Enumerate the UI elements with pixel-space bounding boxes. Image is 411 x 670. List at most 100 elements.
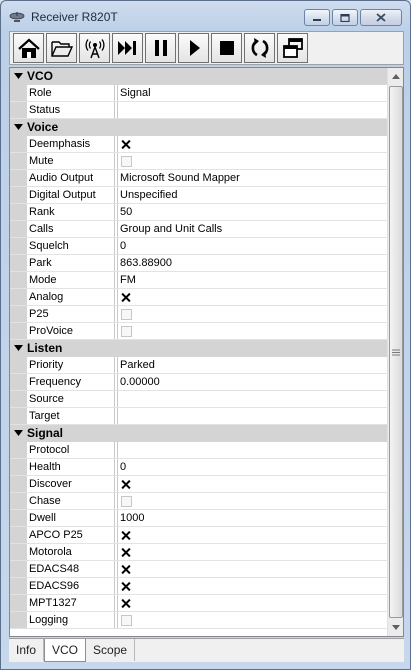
property-row-logging[interactable]: Logging: [10, 612, 388, 629]
property-value-cell[interactable]: Unspecified: [118, 187, 388, 203]
skip-next-button[interactable]: [112, 33, 143, 63]
property-row-priority[interactable]: Priority Parked: [10, 357, 388, 374]
collapse-arrow-icon[interactable]: [10, 124, 27, 130]
property-row-park[interactable]: Park 863.88900: [10, 255, 388, 272]
unchecked-checkbox[interactable]: [121, 496, 132, 507]
property-value-cell[interactable]: [118, 289, 388, 305]
vertical-scrollbar[interactable]: [387, 68, 403, 636]
property-row-dwell[interactable]: Dwell 1000: [10, 510, 388, 527]
property-value-cell[interactable]: 0: [118, 238, 388, 254]
property-value-cell[interactable]: [118, 493, 388, 509]
property-value-cell[interactable]: Parked: [118, 357, 388, 373]
property-value-cell[interactable]: 0.00000: [118, 374, 388, 390]
checked-checkbox[interactable]: [121, 530, 132, 541]
property-row-frequency[interactable]: Frequency 0.00000: [10, 374, 388, 391]
property-row-provoice[interactable]: ProVoice: [10, 323, 388, 340]
property-row-edacs48[interactable]: EDACS48: [10, 561, 388, 578]
tab-scope[interactable]: Scope: [86, 639, 136, 661]
category-listen[interactable]: Listen: [10, 340, 388, 357]
property-row-squelch[interactable]: Squelch 0: [10, 238, 388, 255]
minimize-button[interactable]: [304, 9, 330, 26]
category-signal[interactable]: Signal: [10, 425, 388, 442]
checked-checkbox[interactable]: [121, 598, 132, 609]
play-button[interactable]: [178, 33, 209, 63]
property-value-cell[interactable]: [118, 442, 388, 458]
property-value[interactable]: Parked: [120, 359, 155, 371]
property-value-cell[interactable]: Group and Unit Calls: [118, 221, 388, 237]
property-value-cell[interactable]: [118, 561, 388, 577]
property-row-chase[interactable]: Chase: [10, 493, 388, 510]
scroll-down-button[interactable]: [388, 619, 403, 636]
refresh-button[interactable]: [244, 33, 275, 63]
property-value[interactable]: Microsoft Sound Mapper: [120, 172, 240, 184]
property-value-cell[interactable]: FM: [118, 272, 388, 288]
property-value-cell[interactable]: [118, 153, 388, 169]
close-button[interactable]: [360, 9, 402, 26]
property-row-protocol[interactable]: Protocol: [10, 442, 388, 459]
property-row-audio-output[interactable]: Audio Output Microsoft Sound Mapper: [10, 170, 388, 187]
property-value-cell[interactable]: [118, 544, 388, 560]
property-value[interactable]: 0.00000: [120, 376, 160, 388]
property-row-analog[interactable]: Analog: [10, 289, 388, 306]
property-value-cell[interactable]: [118, 102, 388, 118]
property-value-cell[interactable]: [118, 476, 388, 492]
home-button[interactable]: [13, 33, 44, 63]
tab-vco[interactable]: VCO: [44, 639, 87, 662]
checked-checkbox[interactable]: [121, 479, 132, 490]
unchecked-checkbox[interactable]: [121, 156, 132, 167]
property-row-calls[interactable]: Calls Group and Unit Calls: [10, 221, 388, 238]
property-row-health[interactable]: Health 0: [10, 459, 388, 476]
property-value-cell[interactable]: [118, 612, 388, 628]
property-row-discover[interactable]: Discover: [10, 476, 388, 493]
property-value-cell[interactable]: [118, 391, 388, 407]
property-value-cell[interactable]: [118, 306, 388, 322]
property-row-mode[interactable]: Mode FM: [10, 272, 388, 289]
property-value-cell[interactable]: [118, 595, 388, 611]
property-row-p25[interactable]: P25: [10, 306, 388, 323]
unchecked-checkbox[interactable]: [121, 326, 132, 337]
pause-button[interactable]: [145, 33, 176, 63]
property-value[interactable]: FM: [120, 274, 136, 286]
property-value[interactable]: 1000: [120, 512, 144, 524]
property-value[interactable]: 0: [120, 240, 126, 252]
property-value-cell[interactable]: [118, 527, 388, 543]
property-value-cell[interactable]: 863.88900: [118, 255, 388, 271]
property-value-cell[interactable]: [118, 323, 388, 339]
checked-checkbox[interactable]: [121, 139, 132, 150]
property-value-cell[interactable]: [118, 578, 388, 594]
property-row-edacs96[interactable]: EDACS96: [10, 578, 388, 595]
collapse-arrow-icon[interactable]: [10, 430, 27, 436]
checked-checkbox[interactable]: [121, 547, 132, 558]
property-value-cell[interactable]: [118, 408, 388, 424]
category-voice[interactable]: Voice: [10, 119, 388, 136]
windows-button[interactable]: [277, 33, 308, 63]
property-row-deemphasis[interactable]: Deemphasis: [10, 136, 388, 153]
collapse-arrow-icon[interactable]: [10, 345, 27, 351]
property-value[interactable]: Signal: [120, 87, 151, 99]
property-value[interactable]: Unspecified: [120, 189, 177, 201]
property-value[interactable]: Group and Unit Calls: [120, 223, 222, 235]
property-row-source[interactable]: Source: [10, 391, 388, 408]
property-row-rank[interactable]: Rank 50: [10, 204, 388, 221]
title-bar[interactable]: Receiver R820T: [1, 1, 410, 31]
maximize-button[interactable]: [332, 9, 358, 26]
property-row-target[interactable]: Target: [10, 408, 388, 425]
collapse-arrow-icon[interactable]: [10, 73, 27, 79]
property-value-cell[interactable]: Signal: [118, 85, 388, 101]
property-row-digital-output[interactable]: Digital Output Unspecified: [10, 187, 388, 204]
unchecked-checkbox[interactable]: [121, 309, 132, 320]
property-value[interactable]: 50: [120, 206, 132, 218]
checked-checkbox[interactable]: [121, 292, 132, 303]
checked-checkbox[interactable]: [121, 564, 132, 575]
property-value-cell[interactable]: Microsoft Sound Mapper: [118, 170, 388, 186]
property-row-status[interactable]: Status: [10, 102, 388, 119]
property-value[interactable]: 863.88900: [120, 257, 172, 269]
scroll-thumb[interactable]: [389, 86, 403, 618]
property-value-cell[interactable]: 1000: [118, 510, 388, 526]
category-vco[interactable]: VCO: [10, 68, 388, 85]
property-value-cell[interactable]: 0: [118, 459, 388, 475]
open-folder-button[interactable]: [46, 33, 77, 63]
property-value-cell[interactable]: 50: [118, 204, 388, 220]
stop-button[interactable]: [211, 33, 242, 63]
property-value[interactable]: 0: [120, 461, 126, 473]
